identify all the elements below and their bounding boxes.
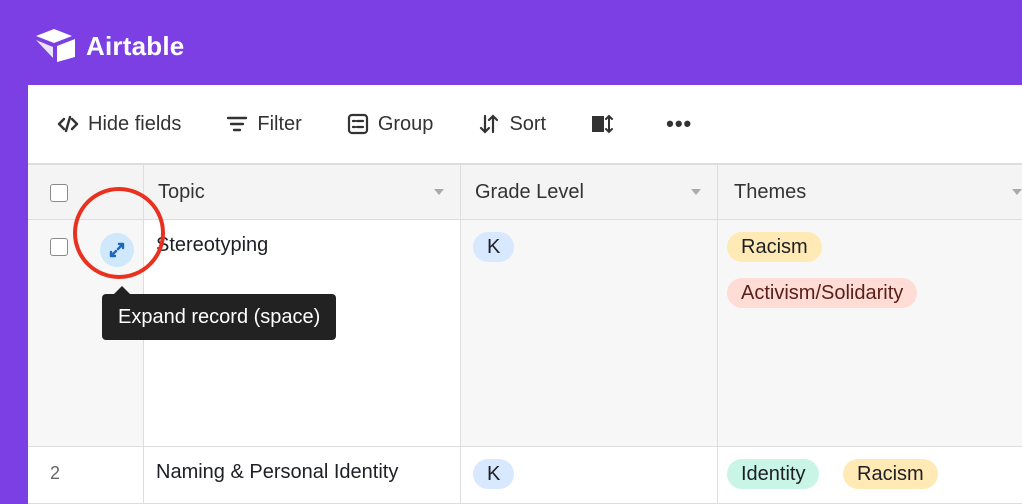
column-header-label: Themes (734, 181, 807, 203)
grade-level-cell[interactable]: K (461, 447, 718, 503)
table-row[interactable]: Stereotyping K Racism Activism/Solidarit… (28, 187, 1022, 447)
row-number-cell: 2 (28, 447, 144, 503)
group-label: Group (377, 112, 434, 135)
theme-chip: Racism (727, 232, 822, 262)
more-icon: ••• (666, 111, 693, 136)
column-header-label: Grade Level (475, 181, 584, 203)
chevron-down-icon[interactable] (1012, 189, 1022, 195)
chevron-down-icon[interactable] (434, 189, 444, 195)
column-header-topic[interactable]: Topic (144, 165, 461, 220)
topic-cell[interactable]: Naming & Personal Identity (144, 447, 461, 503)
group-icon (346, 112, 370, 136)
filter-label: Filter (257, 112, 302, 135)
app-name: Airtable (86, 30, 185, 61)
app-frame-side (8, 85, 28, 504)
group-button[interactable]: Group (346, 106, 434, 142)
column-header-label: Topic (158, 181, 205, 203)
app-frame-edge (0, 0, 8, 504)
grade-level-cell[interactable]: K (461, 220, 718, 446)
table-row[interactable]: 2 Naming & Personal Identity K Identity … (28, 447, 1022, 504)
select-all-checkbox[interactable] (50, 183, 68, 202)
more-options-button[interactable]: ••• (666, 106, 692, 142)
hide-fields-label: Hide fields (88, 112, 182, 135)
topic-value: Naming & Personal Identity (156, 461, 399, 483)
row-checkbox[interactable] (50, 238, 68, 256)
column-header-themes[interactable]: Themes (718, 165, 1022, 220)
view-toolbar: Hide fields Filter Group Sort ••• (28, 85, 1022, 163)
expand-record-tooltip: Expand record (space) (102, 294, 337, 340)
topic-value: Stereotyping (156, 234, 269, 256)
theme-chip: Identity (727, 459, 820, 489)
sort-button[interactable]: Sort (477, 106, 546, 142)
eye-slash-icon (56, 112, 80, 136)
chevron-down-icon[interactable] (691, 189, 701, 195)
theme-chip: Activism/Solidarity (727, 278, 918, 308)
row-number: 2 (50, 463, 61, 483)
grade-chip: K (473, 232, 515, 262)
grade-chip: K (473, 459, 515, 489)
filter-button[interactable]: Filter (225, 106, 302, 142)
theme-chip: Racism (843, 459, 938, 489)
grid-header-row: Topic Grade Level Themes (28, 163, 1022, 220)
row-height-button[interactable] (590, 106, 622, 142)
records-grid: Topic Grade Level Themes Stereotyping K … (28, 163, 1022, 504)
column-header-grade-level[interactable]: Grade Level (461, 165, 718, 220)
airtable-logo[interactable]: Airtable (34, 26, 184, 66)
grid-panel: Hide fields Filter Group Sort ••• Topic … (28, 85, 1022, 504)
hide-fields-button[interactable]: Hide fields (56, 106, 181, 142)
annotation-circle (73, 187, 165, 279)
sort-icon (477, 112, 501, 136)
tooltip-arrow (114, 286, 130, 294)
airtable-logo-icon (34, 26, 78, 67)
themes-cell[interactable]: Racism Activism/Solidarity (718, 220, 1022, 446)
row-height-icon (590, 112, 614, 136)
filter-icon (225, 112, 249, 136)
themes-cell[interactable]: Identity Racism (718, 447, 1022, 503)
sort-label: Sort (509, 112, 547, 135)
